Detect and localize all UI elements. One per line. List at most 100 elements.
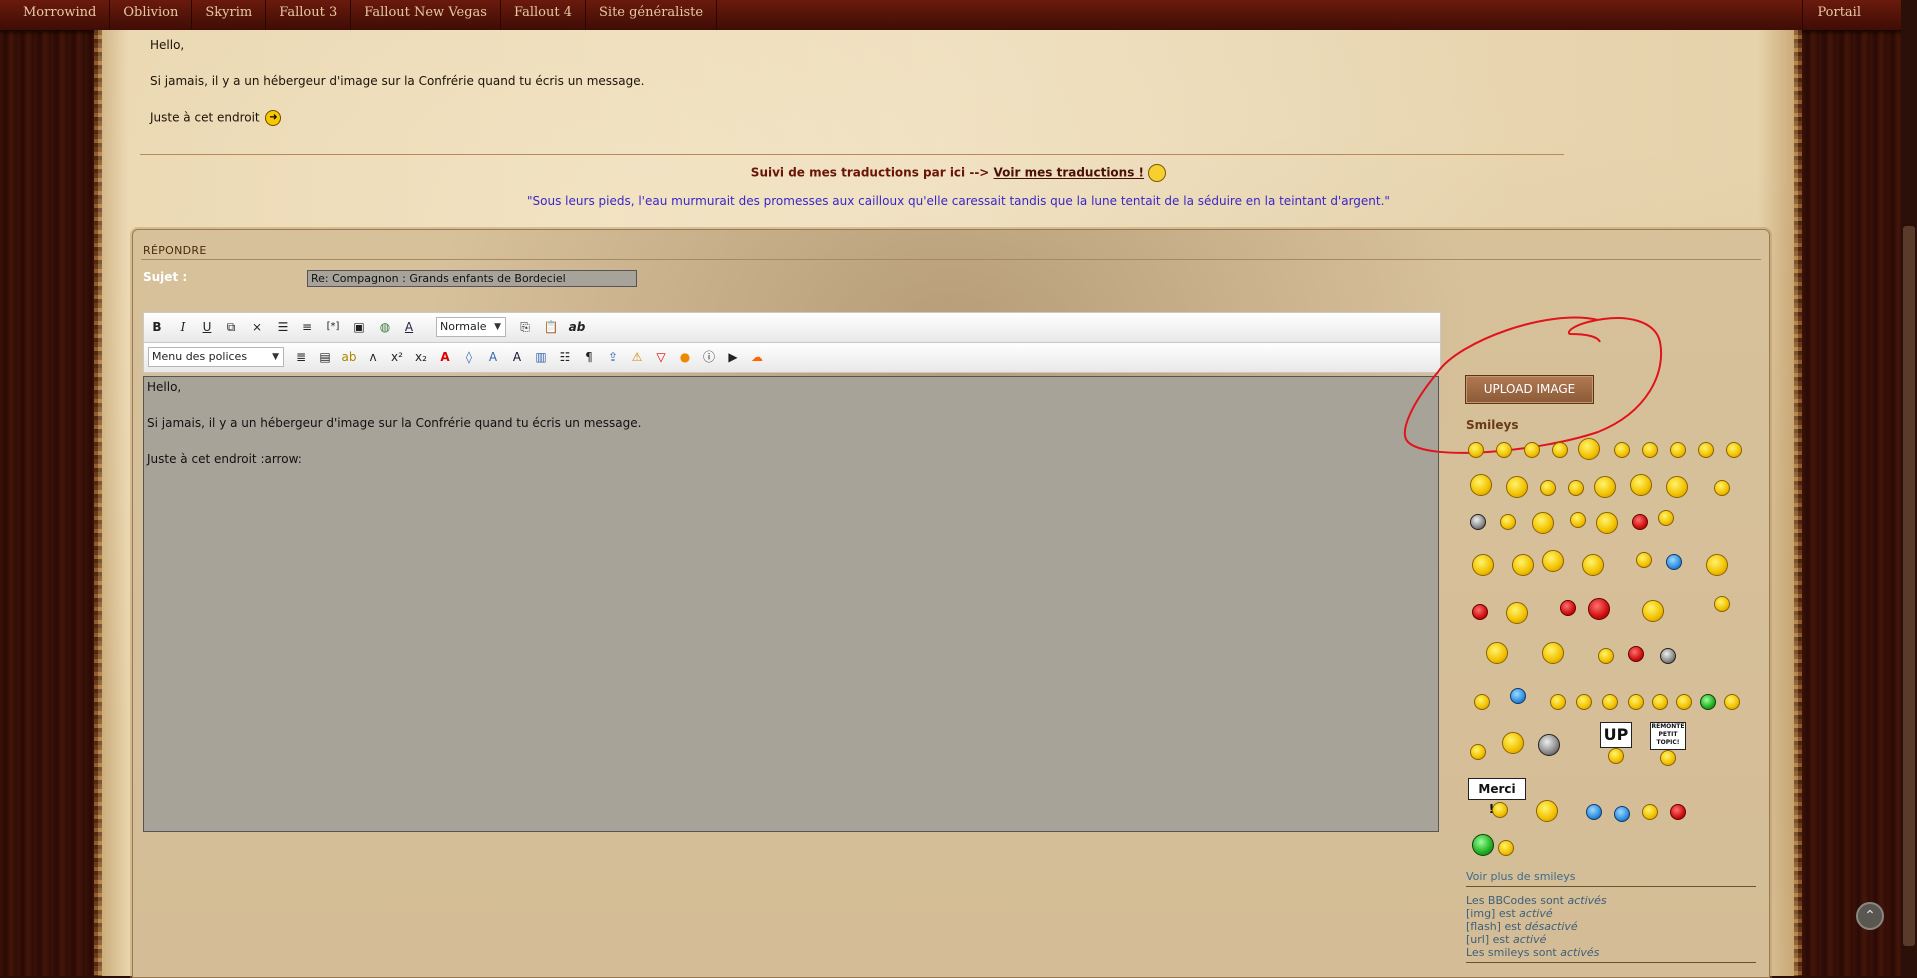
play-icon[interactable]: ▶ [724, 348, 742, 366]
upload-icon[interactable]: ⇪ [604, 348, 622, 366]
copy-icon[interactable]: ⎘ [516, 318, 534, 336]
image-icon[interactable]: ▣ [350, 318, 368, 336]
bullet-list-icon[interactable]: ☰ [274, 318, 292, 336]
dots-smiley-icon[interactable] [1532, 512, 1554, 534]
up-sign[interactable]: UP [1600, 722, 1632, 748]
underline-icon[interactable]: U [198, 318, 216, 336]
alien-smiley-icon[interactable] [1666, 554, 1682, 570]
quest-smiley-icon[interactable] [1602, 694, 1618, 710]
green-smiley-icon[interactable] [1700, 694, 1716, 710]
blue-wink-smiley-icon[interactable] [1614, 806, 1630, 822]
kiss-smiley-icon[interactable] [1594, 476, 1616, 498]
font-family-select[interactable]: Menu des polices ▼ [148, 347, 284, 367]
message-editor[interactable]: Hello, Si jamais, il y a un hébergeur d'… [143, 376, 1439, 832]
love-smiley-icon[interactable] [1588, 598, 1610, 620]
italic-icon[interactable]: I [174, 318, 192, 336]
cool-smiley-icon[interactable] [1698, 442, 1714, 458]
ninja-smiley-icon[interactable] [1660, 648, 1676, 664]
spoiler-icon[interactable]: ▽ [652, 348, 670, 366]
cheer-smiley-icon[interactable] [1542, 642, 1564, 664]
run-smiley-icon[interactable] [1474, 694, 1490, 710]
nav-portal[interactable]: Portail [1802, 0, 1875, 30]
red-text-icon[interactable]: A [436, 348, 454, 366]
font-size-select[interactable]: Normale ▼ [436, 317, 506, 337]
fight-smiley-icon[interactable] [1512, 554, 1534, 576]
align-center-icon[interactable]: ≣ [292, 348, 310, 366]
confused-smiley-icon[interactable] [1642, 804, 1658, 820]
music-smiley-icon[interactable] [1666, 476, 1688, 498]
arrow-smiley-icon[interactable] [1652, 694, 1668, 710]
remove-format-icon[interactable]: ⨯ [248, 318, 266, 336]
superscript-icon[interactable]: x² [388, 348, 406, 366]
scrollbar[interactable] [1901, 0, 1917, 976]
mad-smiley-icon[interactable] [1472, 554, 1494, 576]
angry-smiley-icon[interactable] [1632, 514, 1648, 530]
nav-skyrim[interactable]: Skyrim [192, 0, 267, 30]
nav-morrowind[interactable]: Morrowind [0, 0, 111, 30]
shock-smiley-icon[interactable] [1568, 480, 1584, 496]
question-smiley-icon[interactable] [1596, 512, 1618, 534]
angel-smiley-icon[interactable] [1598, 648, 1614, 664]
font-highlight-icon[interactable]: A [484, 348, 502, 366]
paste-icon[interactable]: 📋 [542, 318, 560, 336]
cactus-smiley-icon[interactable] [1472, 834, 1494, 856]
scrollbar-thumb[interactable] [1903, 226, 1915, 946]
gradient-icon[interactable]: ▥ [532, 348, 550, 366]
laugh-smiley-icon[interactable] [1496, 442, 1512, 458]
subject-input[interactable] [307, 270, 637, 287]
rose-smiley-icon[interactable] [1472, 604, 1488, 620]
drop-icon[interactable]: ◊ [460, 348, 478, 366]
replace-icon[interactable]: ab [568, 318, 586, 336]
couple-smiley-icon[interactable] [1506, 602, 1528, 624]
red-dot-smiley-icon[interactable] [1670, 804, 1686, 820]
more-smileys-link[interactable]: Voir plus de smileys [1466, 870, 1576, 883]
flag-smiley-icon[interactable] [1636, 552, 1652, 568]
hang-smiley-icon[interactable] [1502, 732, 1524, 754]
worried-smiley-icon[interactable] [1540, 480, 1556, 496]
happy-smiley-icon[interactable] [1524, 442, 1540, 458]
tongue-smiley-icon[interactable] [1614, 442, 1630, 458]
spider-smiley-icon[interactable] [1510, 688, 1526, 704]
warning-icon[interactable]: ⚠ [628, 348, 646, 366]
reading-smiley-icon[interactable] [1658, 510, 1674, 526]
hat-smiley-icon[interactable] [1500, 514, 1516, 530]
hug-smiley-icon[interactable] [1706, 554, 1728, 576]
dance-smiley-icon[interactable] [1486, 642, 1508, 664]
blue-smiley-icon[interactable] [1586, 804, 1602, 820]
heart-smiley-icon[interactable] [1560, 600, 1576, 616]
nav-oblivion[interactable]: Oblivion [110, 0, 193, 30]
smile-smiley-icon[interactable] [1468, 442, 1484, 458]
quote-bubble-icon[interactable]: ● [676, 348, 694, 366]
subscript-icon[interactable]: x₂ [412, 348, 430, 366]
nav-fallout-new-vegas[interactable]: Fallout New Vegas [351, 0, 501, 30]
topic-sign[interactable]: REMONTE PETIT TOPIC! [1650, 722, 1686, 750]
nav-site-generaliste[interactable]: Site généraliste [586, 0, 718, 30]
friends-smiley-icon[interactable] [1642, 600, 1664, 622]
spellcheck-icon[interactable]: ab [340, 348, 358, 366]
cat-smiley-icon[interactable] [1550, 694, 1566, 710]
numbered-list-icon[interactable]: ≡ [298, 318, 316, 336]
nerd-smiley-icon[interactable] [1724, 694, 1740, 710]
scared-smiley-icon[interactable] [1714, 480, 1730, 496]
glasses-smiley-icon[interactable] [1676, 694, 1692, 710]
bold-icon[interactable]: B [148, 318, 166, 336]
ball-smiley-icon[interactable] [1538, 734, 1560, 756]
strikethrough-block-icon[interactable]: ⧉ [222, 318, 240, 336]
signature-link[interactable]: Voir mes traductions ! [994, 166, 1144, 180]
desert-smiley-icon[interactable] [1498, 840, 1514, 856]
lines-icon[interactable]: ☷ [556, 348, 574, 366]
bulb2-smiley-icon[interactable] [1628, 694, 1644, 710]
wink-smiley-icon[interactable] [1552, 442, 1568, 458]
nav-fallout-4[interactable]: Fallout 4 [501, 0, 586, 30]
shy-smiley-icon[interactable] [1714, 596, 1730, 612]
crab-smiley-icon[interactable] [1536, 800, 1558, 822]
strike-icon[interactable]: ʌ [364, 348, 382, 366]
blush-smiley-icon[interactable] [1726, 442, 1742, 458]
idea-smiley-icon[interactable] [1470, 474, 1492, 496]
soundcloud-icon[interactable]: ☁ [748, 348, 766, 366]
geek-smiley-icon[interactable] [1470, 744, 1486, 760]
merci-sign[interactable]: Merci !!! [1468, 778, 1526, 816]
devil-smiley-icon[interactable] [1628, 646, 1644, 662]
bulb-smiley-icon[interactable] [1630, 474, 1652, 496]
nav-fallout-3[interactable]: Fallout 3 [266, 0, 352, 30]
